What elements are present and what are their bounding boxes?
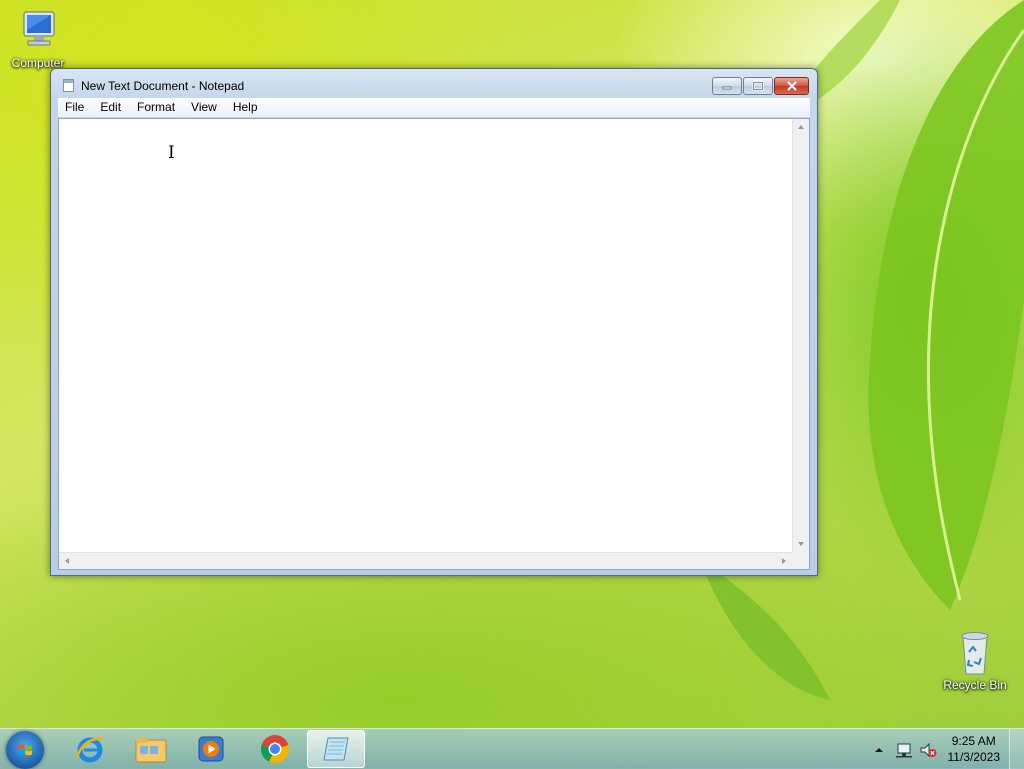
close-icon	[786, 81, 797, 91]
network-icon[interactable]	[895, 742, 913, 758]
window-title: New Text Document - Notepad	[81, 79, 245, 93]
clock-date: 11/3/2023	[947, 750, 1001, 764]
clock-time: 9:25 AM	[951, 734, 996, 748]
notepad-title-icon[interactable]	[63, 79, 74, 92]
menu-view[interactable]: View	[183, 98, 225, 117]
maximize-icon	[752, 81, 764, 91]
volume-muted-icon[interactable]	[919, 742, 937, 758]
maximize-button[interactable]	[743, 77, 773, 95]
chrome-icon	[260, 735, 290, 763]
taskbar-chrome[interactable]	[246, 730, 304, 768]
menu-edit[interactable]: Edit	[92, 98, 129, 117]
show-desktop-button[interactable]	[1009, 729, 1024, 769]
scroll-left-icon[interactable]	[65, 558, 69, 564]
taskbar-internet-explorer[interactable]	[61, 730, 119, 768]
minimize-button[interactable]	[712, 77, 742, 95]
scroll-up-icon[interactable]	[798, 125, 804, 129]
resize-grip[interactable]	[792, 552, 809, 569]
text-area[interactable]	[59, 119, 792, 552]
vertical-scrollbar[interactable]	[792, 119, 809, 552]
menu-bar: File Edit Format View Help	[58, 98, 810, 117]
close-button[interactable]	[774, 77, 809, 95]
taskbar-media-player[interactable]	[182, 730, 240, 768]
text-cursor-icon: I	[168, 143, 175, 163]
notepad-icon	[323, 737, 349, 761]
start-button[interactable]	[6, 731, 44, 769]
show-hidden-icons-arrow[interactable]	[874, 746, 884, 754]
text-editor	[58, 118, 810, 570]
menu-file[interactable]: File	[58, 98, 92, 117]
menu-help[interactable]: Help	[225, 98, 266, 117]
taskbar: 9:25 AM 11/3/2023	[0, 728, 1024, 769]
taskbar-file-explorer[interactable]	[122, 730, 180, 768]
computer-icon	[23, 11, 55, 46]
scroll-down-icon[interactable]	[798, 542, 804, 546]
horizontal-scrollbar[interactable]	[59, 552, 792, 569]
desktop-icon-label: Recycle Bin	[943, 678, 1007, 692]
clock[interactable]: 9:25 AM 11/3/2023	[948, 733, 1001, 765]
windows-logo-icon	[18, 744, 32, 756]
file-explorer-icon	[135, 738, 167, 763]
notepad-window[interactable]: New Text Document - Notepad File Edit Fo…	[50, 68, 818, 576]
media-player-icon	[198, 736, 224, 762]
scroll-right-icon[interactable]	[782, 558, 786, 564]
taskbar-notepad[interactable]	[307, 730, 365, 768]
recycle-bin-icon	[961, 632, 989, 675]
minimize-icon	[722, 86, 732, 90]
desktop-icon-recycle-bin[interactable]: Recycle Bin	[939, 630, 1011, 692]
desktop-icon-computer[interactable]: Computer	[2, 10, 74, 70]
system-tray: 9:25 AM 11/3/2023	[864, 729, 1024, 769]
menu-format[interactable]: Format	[129, 98, 183, 117]
internet-explorer-icon	[75, 737, 104, 763]
title-bar[interactable]: New Text Document - Notepad	[51, 69, 817, 99]
